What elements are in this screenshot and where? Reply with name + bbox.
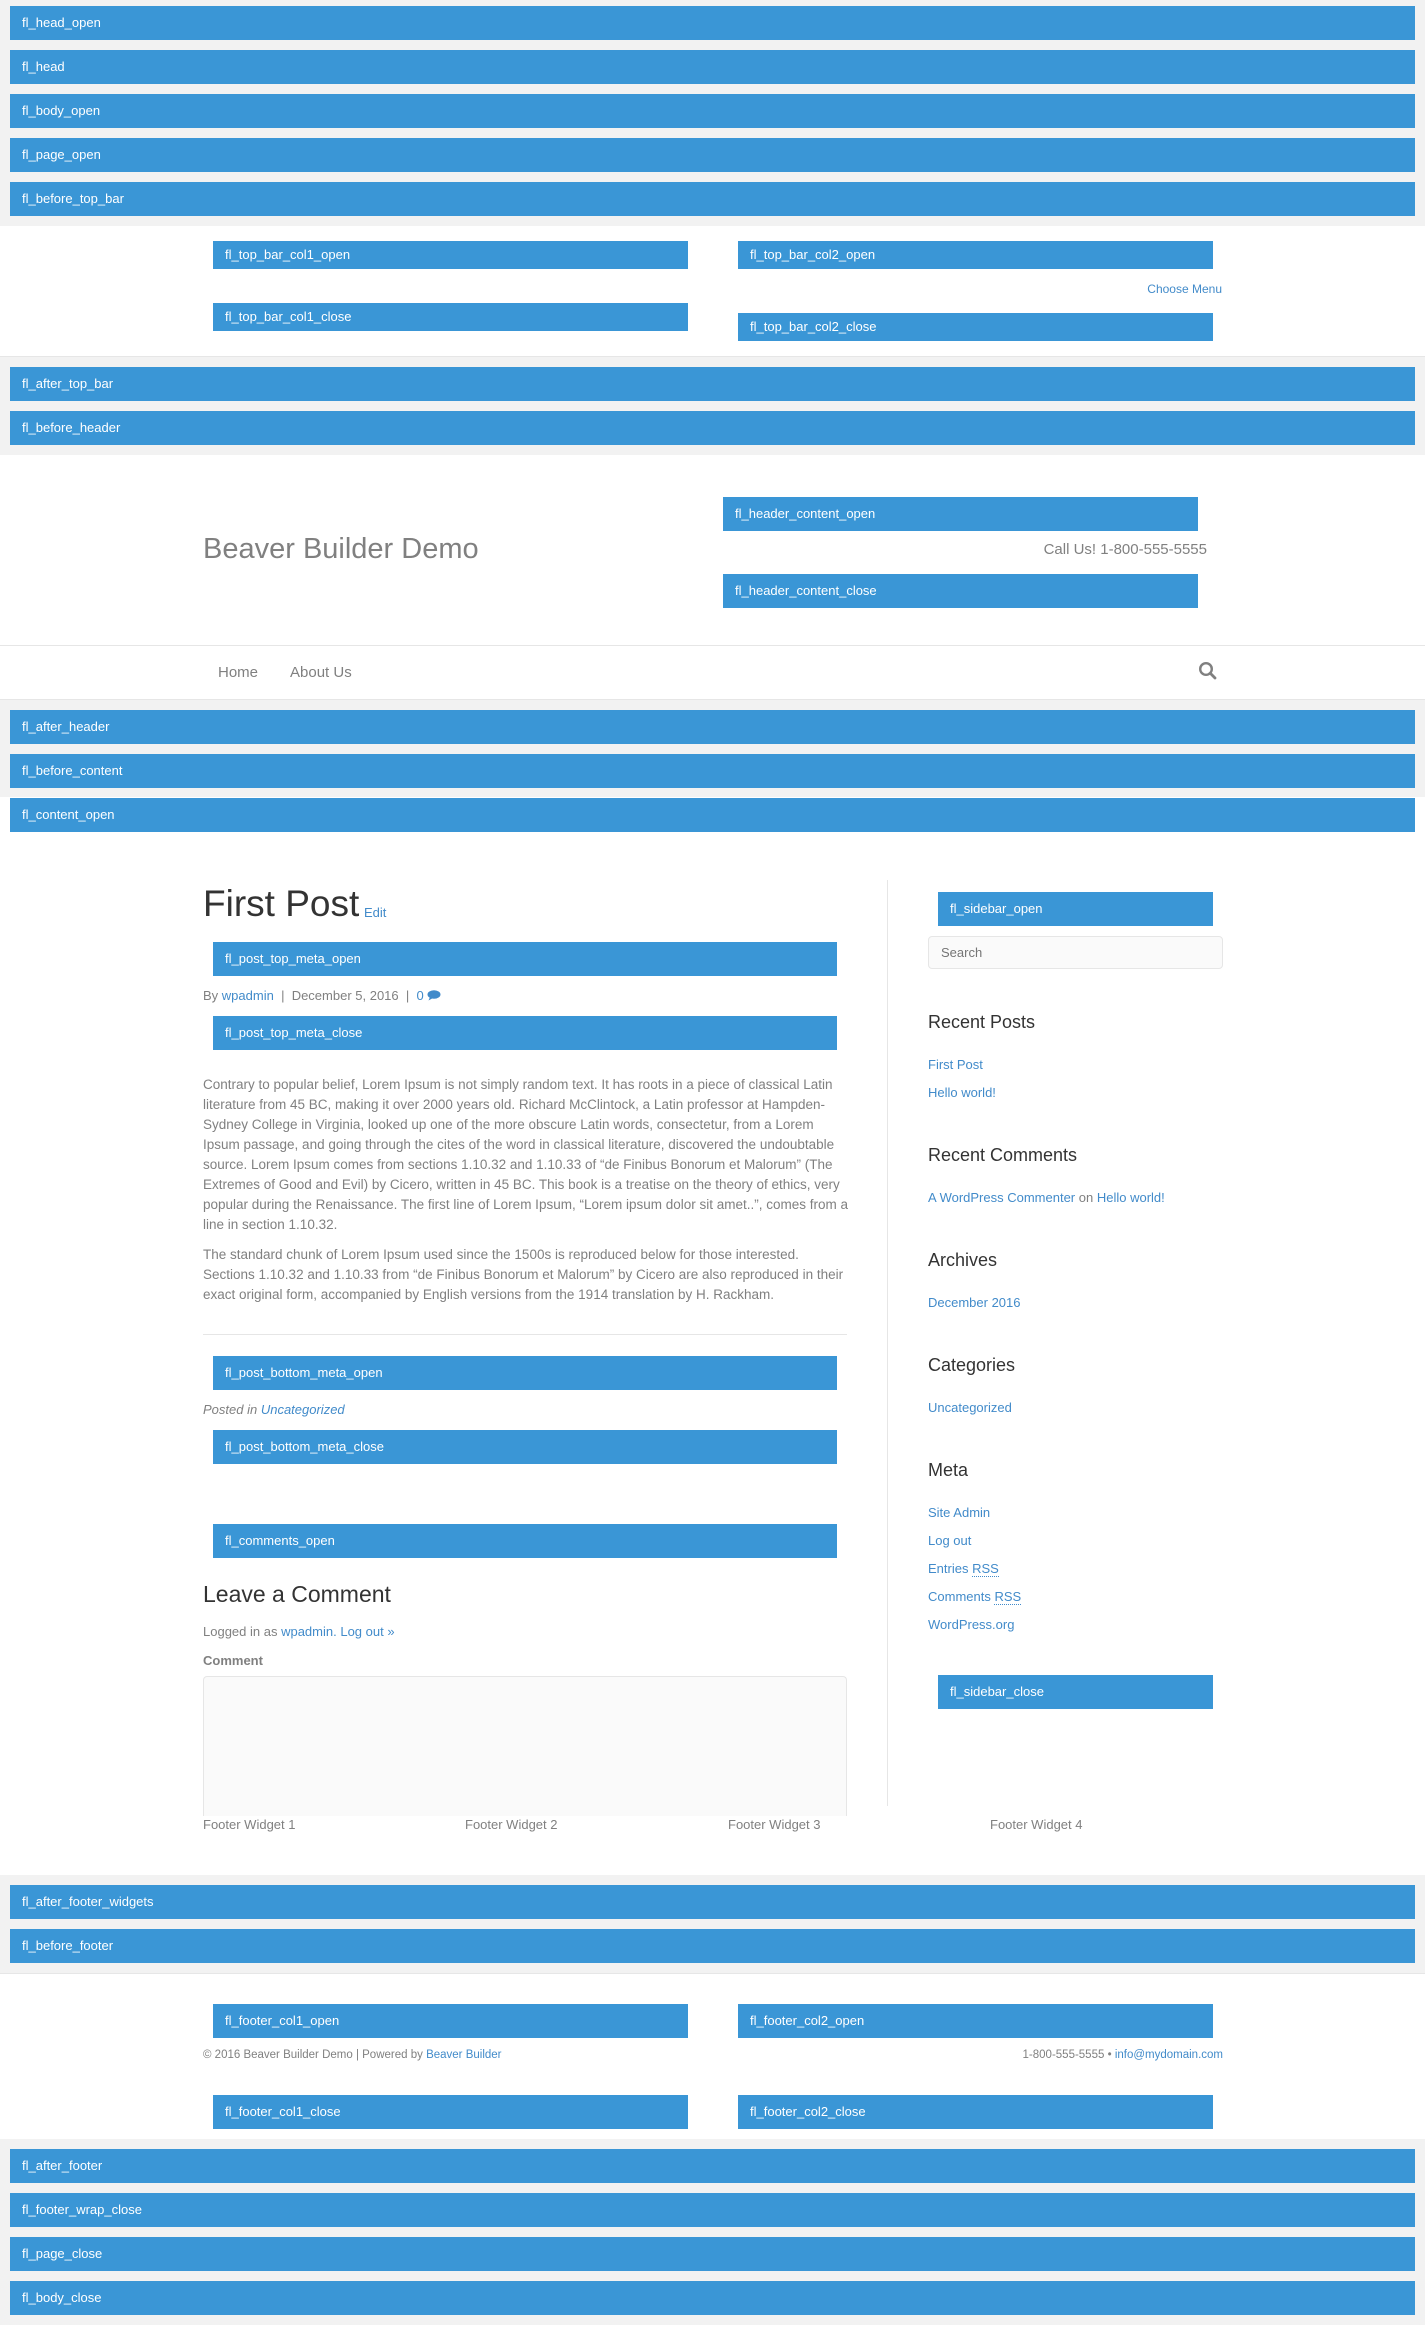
widget-title-recent-posts: Recent Posts (928, 1012, 1036, 1032)
hook-header-content-close: fl_header_content_close (723, 574, 1198, 608)
post-comments-link[interactable]: 0 (417, 988, 442, 1003)
logged-in-label: Logged in as (203, 1624, 278, 1639)
hook-footer-wrap-close: fl_footer_wrap_close (10, 2193, 1415, 2227)
hook-after-footer: fl_after_footer (10, 2149, 1415, 2183)
entries-label: Entries (928, 1561, 969, 1576)
meta-entries-rss-link[interactable]: Entries RSS (928, 1561, 999, 1577)
footer-copyright: © 2016 Beaver Builder Demo | Powered by … (203, 2049, 502, 2061)
comment-author-link[interactable]: A WordPress Commenter (928, 1190, 1075, 1205)
hook-page-open: fl_page_open (10, 138, 1415, 172)
widget-title-categories: Categories (928, 1355, 1016, 1375)
hook-body-close: fl_body_close (10, 2281, 1415, 2315)
hook-post-bottom-meta-close: fl_post_bottom_meta_close (213, 1430, 837, 1464)
hook-content-open: fl_content_open (10, 798, 1415, 832)
footer-email-link[interactable]: info@mydomain.com (1115, 2049, 1223, 2061)
meta-comments-rss-link[interactable]: Comments RSS (928, 1589, 1022, 1605)
choose-menu-link[interactable]: Choose Menu (1147, 282, 1222, 296)
hook-sidebar-close: fl_sidebar_close (938, 1675, 1213, 1709)
post-meta-sep: | (405, 988, 410, 1003)
footer-contact: 1-800-555-5555 • info@mydomain.com (1023, 2049, 1223, 2061)
copyright-text: © 2016 Beaver Builder Demo | Powered by (203, 2049, 423, 2061)
post-author-link[interactable]: wpadmin (222, 988, 274, 1003)
header-call-us: Call Us! 1-800-555-5555 (1043, 541, 1207, 558)
hook-post-top-meta-open: fl_post_top_meta_open (213, 942, 837, 976)
footer-phone: 1-800-555-5555 (1022, 2049, 1105, 2061)
comment-label: Comment (203, 1653, 263, 1668)
hook-top-bar-col2-open: fl_top_bar_col2_open (738, 241, 1213, 269)
comment-post-link[interactable]: Hello world! (1097, 1190, 1165, 1205)
posted-in: Posted in Uncategorized (203, 1402, 345, 1417)
hook-post-top-meta-close: fl_post_top_meta_close (213, 1016, 837, 1050)
post-meta: By wpadmin | December 5, 2016 | 0 (203, 988, 441, 1003)
post-date: December 5, 2016 (291, 988, 399, 1003)
footer-widget-1: Footer Widget 1 (203, 1817, 296, 1832)
category-link[interactable]: Uncategorized (928, 1400, 1012, 1415)
meta-log-out-link[interactable]: Log out (928, 1533, 971, 1548)
footer-widget-2: Footer Widget 2 (465, 1817, 558, 1832)
post-meta-sep: | (281, 988, 285, 1003)
hook-top-bar-col2-close: fl_top_bar_col2_close (738, 313, 1213, 341)
hook-head: fl_head (10, 50, 1415, 84)
hook-post-bottom-meta-open: fl_post_bottom_meta_open (213, 1356, 837, 1390)
hook-comments-open: fl_comments_open (213, 1524, 837, 1558)
hook-after-header: fl_after_header (10, 710, 1415, 744)
widget-title-archives: Archives (928, 1250, 998, 1270)
hook-before-footer: fl_before_footer (10, 1929, 1415, 1963)
log-out-link[interactable]: Log out » (340, 1624, 394, 1639)
logged-in-line: Logged in as wpadmin. Log out » (203, 1624, 395, 1639)
hook-before-header: fl_before_header (10, 411, 1415, 445)
site-title[interactable]: Beaver Builder Demo (203, 533, 479, 566)
post-title: First Post (203, 883, 360, 924)
widget-title-recent-comments: Recent Comments (928, 1145, 1078, 1165)
rss-abbr: RSS (994, 1589, 1022, 1605)
hook-footer-col1-close: fl_footer_col1_close (213, 2095, 688, 2129)
comments-heading: Leave a Comment (203, 1581, 391, 1607)
hook-before-content: fl_before_content (10, 754, 1415, 788)
widget-title-meta: Meta (928, 1460, 969, 1480)
recent-post-link[interactable]: Hello world! (928, 1085, 996, 1100)
post-meta-by: By (203, 988, 219, 1003)
meta-site-admin-link[interactable]: Site Admin (928, 1505, 990, 1520)
recent-post-link[interactable]: First Post (928, 1057, 983, 1072)
comments-label: Comments (928, 1589, 991, 1604)
post-paragraph: The standard chunk of Lorem Ipsum used s… (203, 1247, 844, 1302)
hook-head-open: fl_head_open (10, 6, 1415, 40)
hook-sidebar-open: fl_sidebar_open (938, 892, 1213, 926)
category-link[interactable]: Uncategorized (261, 1402, 345, 1417)
edit-post-link[interactable]: Edit (364, 905, 386, 920)
powered-by-link[interactable]: Beaver Builder (426, 2049, 501, 2061)
comment-count: 0 (416, 988, 424, 1003)
hook-top-bar-col1-open: fl_top_bar_col1_open (213, 241, 688, 269)
footer-widget-3: Footer Widget 3 (728, 1817, 821, 1832)
recent-comment-item: A WordPress Commenter on Hello world! (928, 1190, 1165, 1205)
hook-footer-col2-open: fl_footer_col2_open (738, 2004, 1213, 2038)
hook-footer-col2-close: fl_footer_col2_close (738, 2095, 1213, 2129)
hook-before-top-bar: fl_before_top_bar (10, 182, 1415, 216)
sidebar-search-input[interactable] (928, 936, 1223, 969)
rss-abbr: RSS (972, 1561, 999, 1577)
post-divider (203, 1334, 847, 1335)
comment-on-text: on (1078, 1190, 1094, 1205)
hook-top-bar-col1-close: fl_top_bar_col1_close (213, 303, 688, 331)
nav-item-home[interactable]: Home (218, 664, 258, 681)
hook-body-open: fl_body_open (10, 94, 1415, 128)
comment-icon (427, 990, 441, 1001)
hook-after-footer-widgets: fl_after_footer_widgets (10, 1885, 1415, 1919)
comment-textarea[interactable] (203, 1676, 847, 1816)
meta-wordpress-link[interactable]: WordPress.org (928, 1617, 1014, 1632)
hook-page-close: fl_page_close (10, 2237, 1415, 2271)
footer-widget-4: Footer Widget 4 (990, 1817, 1083, 1832)
archive-link[interactable]: December 2016 (928, 1295, 1021, 1310)
search-icon[interactable] (1198, 661, 1218, 681)
logged-in-user-link[interactable]: wpadmin. (281, 1624, 337, 1639)
footer-separator: • (1107, 2049, 1112, 2061)
post-paragraph: Contrary to popular belief, Lorem Ipsum … (203, 1077, 849, 1232)
nav-item-about-us[interactable]: About Us (290, 664, 352, 681)
sidebar-divider (887, 880, 888, 1806)
hook-header-content-open: fl_header_content_open (723, 497, 1198, 531)
hook-after-top-bar: fl_after_top_bar (10, 367, 1415, 401)
hook-footer-col1-open: fl_footer_col1_open (213, 2004, 688, 2038)
posted-in-label: Posted in (203, 1402, 258, 1417)
